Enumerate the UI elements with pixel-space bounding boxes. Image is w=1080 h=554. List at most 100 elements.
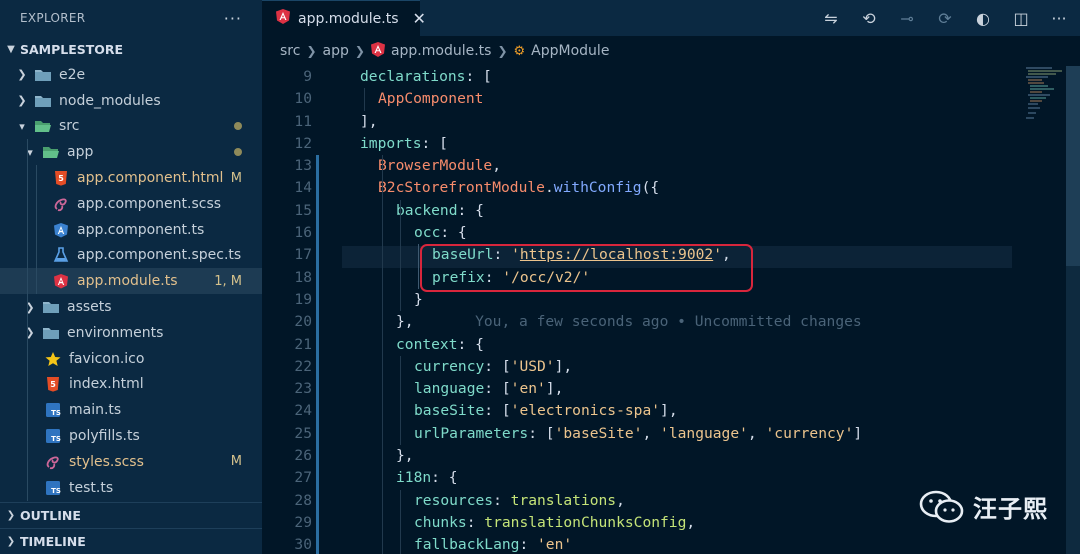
git-commit-icon[interactable]: ⊸ <box>896 9 918 28</box>
code-line[interactable]: 27 i18n: { <box>262 467 1080 489</box>
code-line[interactable]: 23 language: ['en'], <box>262 378 1080 400</box>
git-status-badge: 1, M <box>214 273 242 289</box>
typescript-icon: TS <box>44 402 62 418</box>
code-text: B2cStorefrontModule.withConfig({ <box>378 177 659 199</box>
code-text: chunks: translationChunksConfig, <box>414 512 695 534</box>
code-line[interactable]: 24 baseSite: ['electronics-spa'], <box>262 400 1080 422</box>
tree-indent-guide <box>36 165 37 295</box>
folder-open-icon <box>34 118 52 134</box>
tree-item-app-component-scss[interactable]: app.component.scss <box>0 191 262 217</box>
editor-area: app.module.ts ✕ ⇋ ⟲ ⊸ ⟳ ◐ ◫ ··· src ❯ ap… <box>262 0 1080 554</box>
code-line[interactable]: 21 context: { <box>262 334 1080 356</box>
modified-dot-icon <box>234 148 242 157</box>
tree-item-main-ts[interactable]: TS main.ts <box>0 397 262 423</box>
code-token: 'baseSite' <box>554 424 643 442</box>
code-line[interactable]: 22 currency: ['USD'], <box>262 356 1080 378</box>
svg-text:5: 5 <box>58 174 64 183</box>
compare-changes-icon[interactable]: ⇋ <box>820 9 842 28</box>
code-text: }, You, a few seconds ago • Uncommitted … <box>396 311 862 333</box>
line-number: 24 <box>294 402 312 420</box>
code-line[interactable]: 11], <box>262 111 1080 133</box>
code-line[interactable]: 19} <box>262 289 1080 311</box>
code-line[interactable]: 15 backend: { <box>262 200 1080 222</box>
explorer-header: EXPLORER ··· <box>0 0 262 36</box>
code-token: , <box>686 513 696 531</box>
tree-item-node-modules[interactable]: ❯ node_modules <box>0 88 262 114</box>
class-symbol-icon: ⚙ <box>513 43 526 59</box>
chevron-down-icon: ▾ <box>19 119 25 133</box>
project-section-header[interactable]: ▼ SAMPLESTORE <box>0 36 262 62</box>
code-text: }, <box>396 445 414 467</box>
minimap[interactable] <box>1012 66 1080 126</box>
code-line[interactable]: 26}, <box>262 445 1080 467</box>
code-token: : [ <box>484 402 511 420</box>
chevron-right-icon: ❯ <box>354 44 365 58</box>
code-line[interactable]: 13 BrowserModule, <box>262 155 1080 177</box>
code-line[interactable]: 10 AppComponent <box>262 88 1080 110</box>
code-token: 'en' <box>537 536 573 554</box>
code-token: AppComponent <box>378 90 484 108</box>
tree-item-label: node_modules <box>59 92 161 109</box>
tree-item-label: app.component.spec.ts <box>77 247 242 264</box>
close-icon[interactable]: ✕ <box>413 9 426 28</box>
tab-app-module[interactable]: app.module.ts ✕ <box>262 0 426 36</box>
tree-item-label: assets <box>67 299 112 316</box>
tree-item-environments[interactable]: ❯ environments <box>0 320 262 346</box>
code-line[interactable]: 12 imports: [ <box>262 133 1080 155</box>
git-status-badge: M <box>230 454 242 470</box>
code-text: fallbackLang: 'en' <box>414 534 572 554</box>
code-token: : <box>519 536 538 554</box>
line-number: 23 <box>294 380 312 398</box>
tree-item-test-ts[interactable]: TS test.ts <box>0 475 262 501</box>
tree-item-assets[interactable]: ❯ assets <box>0 294 262 320</box>
tree-item-polyfills-ts[interactable]: TS polyfills.ts <box>0 423 262 449</box>
tree-item-app-component-spec-ts[interactable]: app.component.spec.ts <box>0 243 262 269</box>
typescript-icon: TS <box>44 428 62 444</box>
go-forward-icon[interactable]: ⟳ <box>934 9 956 28</box>
wechat-logo-icon <box>919 490 964 523</box>
tree-item-app-component-html[interactable]: 5 app.component.html M <box>0 165 262 191</box>
split-editor-icon[interactable]: ◫ <box>1010 9 1032 28</box>
code-token: 'language' <box>660 424 748 442</box>
breadcrumb-app[interactable]: app <box>323 43 349 59</box>
code-token: : [ <box>465 68 492 85</box>
breadcrumb-src[interactable]: src <box>280 43 300 59</box>
tree-item-index-html[interactable]: 5 index.html <box>0 372 262 398</box>
code-line[interactable]: 16 occ: { <box>262 222 1080 244</box>
code-token: ] <box>853 424 863 442</box>
breadcrumb-symbol[interactable]: AppModule <box>531 43 609 59</box>
code-line[interactable]: 14 B2cStorefrontModule.withConfig({ <box>262 177 1080 199</box>
code-text: currency: ['USD'], <box>414 356 572 378</box>
tree-item-src[interactable]: ▾ src <box>0 114 262 140</box>
sass-icon <box>44 454 62 470</box>
code-token: : { <box>440 224 467 242</box>
tree-item-styles-scss[interactable]: styles.scss M <box>0 449 262 475</box>
git-lens-icon[interactable]: ◐ <box>972 9 994 28</box>
code-token: ], <box>660 402 678 420</box>
tree-item-app-module-ts[interactable]: app.module.ts 1, M <box>0 268 262 295</box>
indent-guide <box>400 199 401 312</box>
more-actions-icon[interactable]: ··· <box>1048 9 1070 28</box>
code-token: 'en' <box>510 380 546 398</box>
line-number: 9 <box>303 68 312 85</box>
tree-item-app[interactable]: ▾ app <box>0 139 262 165</box>
tree-item-favicon-ico[interactable]: favicon.ico <box>0 346 262 372</box>
code-line[interactable]: 9 declarations: [ <box>262 66 1080 88</box>
code-line[interactable]: 25 urlParameters: ['baseSite', 'language'… <box>262 423 1080 445</box>
more-actions-icon[interactable]: ··· <box>224 9 242 28</box>
explorer-title: EXPLORER <box>20 11 86 25</box>
breadcrumb-file[interactable]: app.module.ts <box>391 43 492 59</box>
code-line[interactable]: 30 fallbackLang: 'en' <box>262 534 1080 554</box>
go-back-icon[interactable]: ⟲ <box>858 9 880 28</box>
svg-text:TS: TS <box>51 409 61 417</box>
code-text: context: { <box>396 334 484 356</box>
chevron-right-icon: ❯ <box>17 68 27 82</box>
tree-item-app-component-ts[interactable]: app.component.ts <box>0 217 262 243</box>
line-number: 12 <box>294 134 312 152</box>
code-editor[interactable]: 9 declarations: [10 AppComponent 11], 12 impo… <box>262 66 1080 554</box>
outline-section-header[interactable]: ❯ OUTLINE <box>0 502 262 528</box>
timeline-section-header[interactable]: ❯ TIMELINE <box>0 528 262 554</box>
code-text: ], <box>360 111 378 133</box>
code-line[interactable]: 20}, You, a few seconds ago • Uncommitte… <box>262 311 1080 333</box>
tree-item-e2e[interactable]: ❯ e2e <box>0 62 262 88</box>
